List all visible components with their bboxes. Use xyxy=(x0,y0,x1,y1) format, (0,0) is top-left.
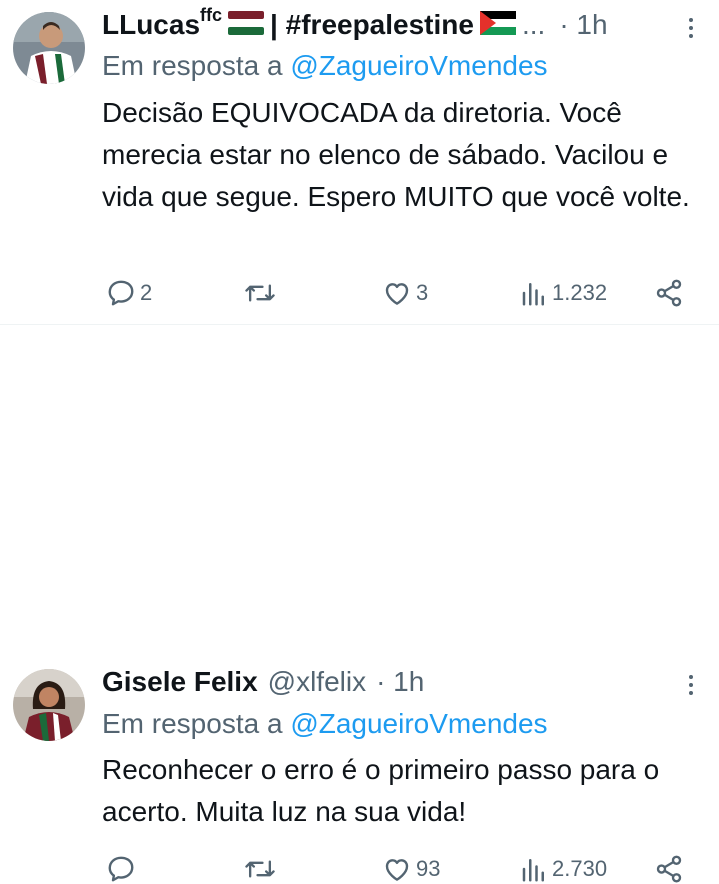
share-icon xyxy=(656,279,682,307)
flag-icon xyxy=(228,10,265,40)
share-button[interactable] xyxy=(654,278,684,308)
views-button[interactable]: 1.232 xyxy=(520,278,607,308)
like-icon xyxy=(385,859,409,881)
tweet-item[interactable]: LLucas ffc | #freepalestine ... · 1h Em r… xyxy=(0,0,719,325)
views-icon xyxy=(522,859,544,882)
reply-button[interactable] xyxy=(106,854,140,884)
retweet-button[interactable] xyxy=(244,854,280,884)
reply-icon xyxy=(108,856,134,882)
views-count: 2.730 xyxy=(552,856,608,881)
tweet-header: LLucas ffc | #freepalestine ... · 1h xyxy=(102,4,608,42)
reply-icon xyxy=(108,280,134,306)
tweet-text: Reconhecer o erro é o primeiro passo par… xyxy=(102,754,660,827)
avatar[interactable] xyxy=(13,669,85,741)
retweet-icon xyxy=(245,860,275,878)
author-name[interactable]: LLucas xyxy=(102,9,200,41)
reply-mention[interactable]: @ZagueiroVmendes xyxy=(290,708,547,739)
like-button[interactable]: 93 xyxy=(382,854,440,884)
like-count: 3 xyxy=(416,280,429,305)
views-button[interactable]: 2.730 xyxy=(520,854,607,884)
author-name-suffix[interactable]: | #freepalestine xyxy=(270,9,474,41)
tweet-header: Gisele Felix @xlfelix · 1h xyxy=(102,665,424,699)
like-count: 93 xyxy=(416,856,441,881)
like-icon xyxy=(385,283,409,305)
reply-mention[interactable]: @ZagueiroVmendes xyxy=(290,50,547,81)
views-count: 1.232 xyxy=(552,280,608,305)
tweet-text: Decisão EQUIVOCADA da diretoria. Você me… xyxy=(102,97,690,212)
avatar[interactable] xyxy=(13,12,85,84)
retweet-button[interactable] xyxy=(244,278,280,308)
reply-button[interactable]: 2 xyxy=(106,278,152,308)
views-icon xyxy=(522,283,544,306)
name-ellipsis: ... xyxy=(521,9,546,40)
author-name[interactable]: Gisele Felix xyxy=(102,666,258,698)
like-button[interactable]: 3 xyxy=(382,278,428,308)
reply-context: Em resposta a @ZagueiroVmendes xyxy=(102,50,548,82)
reply-context: Em resposta a @ZagueiroVmendes xyxy=(102,708,548,740)
more-icon[interactable] xyxy=(684,18,698,38)
more-icon[interactable] xyxy=(684,675,698,695)
reply-count: 2 xyxy=(140,280,153,305)
reply-prefix: Em resposta a xyxy=(102,50,283,81)
author-name-superscript: ffc xyxy=(200,4,223,25)
retweet-icon xyxy=(245,284,275,302)
reply-prefix: Em resposta a xyxy=(102,708,283,739)
author-handle[interactable]: @xlfelix xyxy=(268,666,366,698)
tweet-item[interactable]: Gisele Felix @xlfelix · 1h Em resposta a… xyxy=(0,325,719,883)
share-icon xyxy=(656,855,682,883)
timestamp[interactable]: · 1h xyxy=(376,666,424,698)
share-button[interactable] xyxy=(654,854,684,884)
timestamp[interactable]: · 1h xyxy=(559,9,607,41)
flag-icon xyxy=(479,10,516,40)
